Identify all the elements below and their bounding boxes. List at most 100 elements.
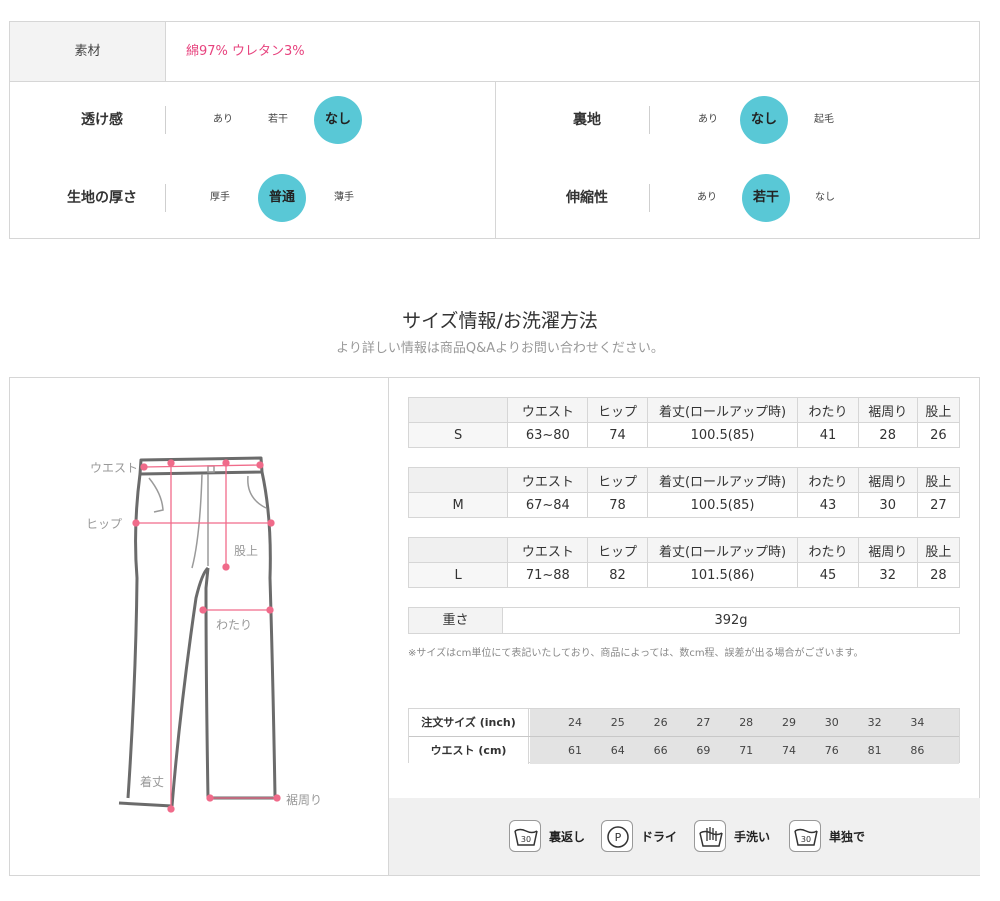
- material-label: 素材: [10, 22, 166, 81]
- col-header: 股上: [916, 537, 961, 563]
- col-header: ウエスト: [507, 467, 589, 493]
- divider: [649, 184, 650, 212]
- size-col-header: [407, 397, 509, 423]
- col-header: わたり: [797, 467, 859, 493]
- table-cell: 28: [916, 562, 961, 588]
- option-selected: 若干: [742, 174, 790, 222]
- inch-value: 34: [910, 716, 925, 729]
- cm-value: 71: [739, 744, 754, 757]
- option: 薄手: [334, 192, 354, 203]
- col-header: 裾周り: [857, 537, 918, 563]
- col-header: わたり: [797, 537, 859, 563]
- size-cell: S: [407, 422, 509, 448]
- col-header: 裾周り: [857, 467, 918, 493]
- divider: [409, 736, 959, 737]
- col-header: 股上: [916, 467, 961, 493]
- size-cell: M: [407, 492, 509, 518]
- table-cell: 43: [797, 492, 859, 518]
- size-col-header: [407, 537, 509, 563]
- label-length: 着丈: [140, 774, 164, 789]
- attr-lining: 裏地 あり なし 起毛: [496, 90, 981, 150]
- material-value: 綿97% ウレタン3%: [186, 44, 305, 59]
- option: あり: [213, 114, 233, 125]
- cm-value: 74: [782, 744, 796, 757]
- wash-label: 裏返し: [549, 829, 586, 844]
- option: 若干: [268, 114, 288, 125]
- inch-value: 30: [824, 716, 839, 729]
- size-table-s: ウエスト ヒップ 着丈(ロールアップ時) わたり 裾周り 股上 S 63~80 …: [407, 397, 961, 448]
- size-info-box: ウエスト ヒップ 股上 わたり 着丈 裾周り ウエスト ヒップ 着丈(ロールアッ…: [9, 377, 980, 876]
- divider: [165, 106, 166, 134]
- size-conversion-table: 注文サイズ (inch) 24 25 26 27 28 29 30 32 34 ウエスト (cm…: [408, 708, 960, 764]
- option-selected: なし: [740, 96, 788, 144]
- wash-item: P ドライ: [601, 818, 677, 854]
- dry-clean-p-icon: P: [601, 820, 633, 852]
- attr-name: 生地の厚さ: [67, 190, 137, 206]
- attr-name: 伸縮性: [566, 190, 608, 206]
- option: あり: [698, 114, 718, 125]
- col-header: わたり: [797, 397, 859, 423]
- col-header: 股上: [916, 397, 961, 423]
- cm-row-label: ウエスト (cm): [409, 737, 529, 764]
- hand-wash-icon: [694, 820, 726, 852]
- col-header: 着丈(ロールアップ時): [646, 397, 799, 423]
- table-cell: 26: [916, 422, 961, 448]
- col-header: ヒップ: [587, 397, 648, 423]
- table-cell: 45: [797, 562, 859, 588]
- col-header: ヒップ: [587, 537, 648, 563]
- label-hip: ヒップ: [86, 517, 122, 531]
- option: あり: [697, 192, 717, 203]
- inch-value: 24: [568, 716, 582, 729]
- table-cell: 71~88: [507, 562, 589, 588]
- table-cell: 82: [587, 562, 648, 588]
- col-header: ウエスト: [507, 397, 589, 423]
- col-header: 着丈(ロールアップ時): [646, 537, 799, 563]
- wash-label: ドライ: [641, 829, 678, 844]
- size-note: ※サイズはcm単位にて表記いたしており、商品によっては、数cm程、誤差が出る場合…: [408, 648, 864, 659]
- inch-value: 26: [653, 716, 668, 729]
- washing-instructions: 30 裏返し P ドライ 手洗い 30 単独で: [389, 798, 980, 875]
- table-cell: 100.5(85): [646, 422, 799, 448]
- section-subtitle: より詳しい情報は商品Q&Aよりお問い合わせください。: [336, 341, 664, 356]
- table-cell: 63~80: [507, 422, 589, 448]
- wash-30-icon: 30: [509, 820, 541, 852]
- size-table-m: ウエスト ヒップ 着丈(ロールアップ時) わたり 裾周り 股上 M 67~84 …: [407, 467, 961, 518]
- wash-item: 30 単独で: [789, 818, 865, 854]
- attr-thickness: 生地の厚さ 厚手 普通 薄手: [10, 168, 495, 228]
- cm-value: 66: [653, 744, 668, 757]
- attr-transparency: 透け感 あり 若干 なし: [10, 90, 495, 150]
- table-cell: 100.5(85): [646, 492, 799, 518]
- col-header: ウエスト: [507, 537, 589, 563]
- divider: [165, 184, 166, 212]
- col-header: ヒップ: [587, 467, 648, 493]
- cm-row: 61 64 66 69 71 74 76 81 86: [530, 737, 959, 764]
- wash-label: 単独で: [829, 829, 866, 844]
- weight-value: 392g: [714, 613, 748, 628]
- option: 厚手: [210, 192, 230, 203]
- cm-value: 76: [824, 744, 839, 757]
- col-header: 着丈(ロールアップ時): [646, 467, 799, 493]
- cm-value: 69: [696, 744, 711, 757]
- inch-row-label: 注文サイズ (inch): [409, 709, 529, 736]
- label-thigh: わたり: [216, 618, 252, 632]
- table-cell: 74: [587, 422, 648, 448]
- table-cell: 30: [857, 492, 918, 518]
- inch-value: 32: [867, 716, 882, 729]
- attr-name: 透け感: [81, 112, 123, 128]
- wash-label: 手洗い: [734, 829, 771, 844]
- material-table: 素材 綿97% ウレタン3% 透け感 あり 若干 なし 生地の厚さ 厚手 普通 …: [9, 21, 980, 239]
- cm-value: 81: [867, 744, 882, 757]
- size-col-header: [407, 467, 509, 493]
- table-cell: 32: [857, 562, 918, 588]
- size-cell: L: [407, 562, 509, 588]
- table-cell: 27: [916, 492, 961, 518]
- wash-item: 30 裏返し: [509, 818, 585, 854]
- material-row: 素材 綿97% ウレタン3%: [10, 22, 979, 82]
- svg-text:30: 30: [801, 835, 811, 844]
- divider: [649, 106, 650, 134]
- inch-value: 27: [696, 716, 711, 729]
- col-header: 裾周り: [857, 397, 918, 423]
- weight-label: 重さ: [409, 608, 503, 633]
- inch-row: 24 25 26 27 28 29 30 32 34: [530, 709, 959, 736]
- label-hem: 裾周り: [286, 792, 322, 807]
